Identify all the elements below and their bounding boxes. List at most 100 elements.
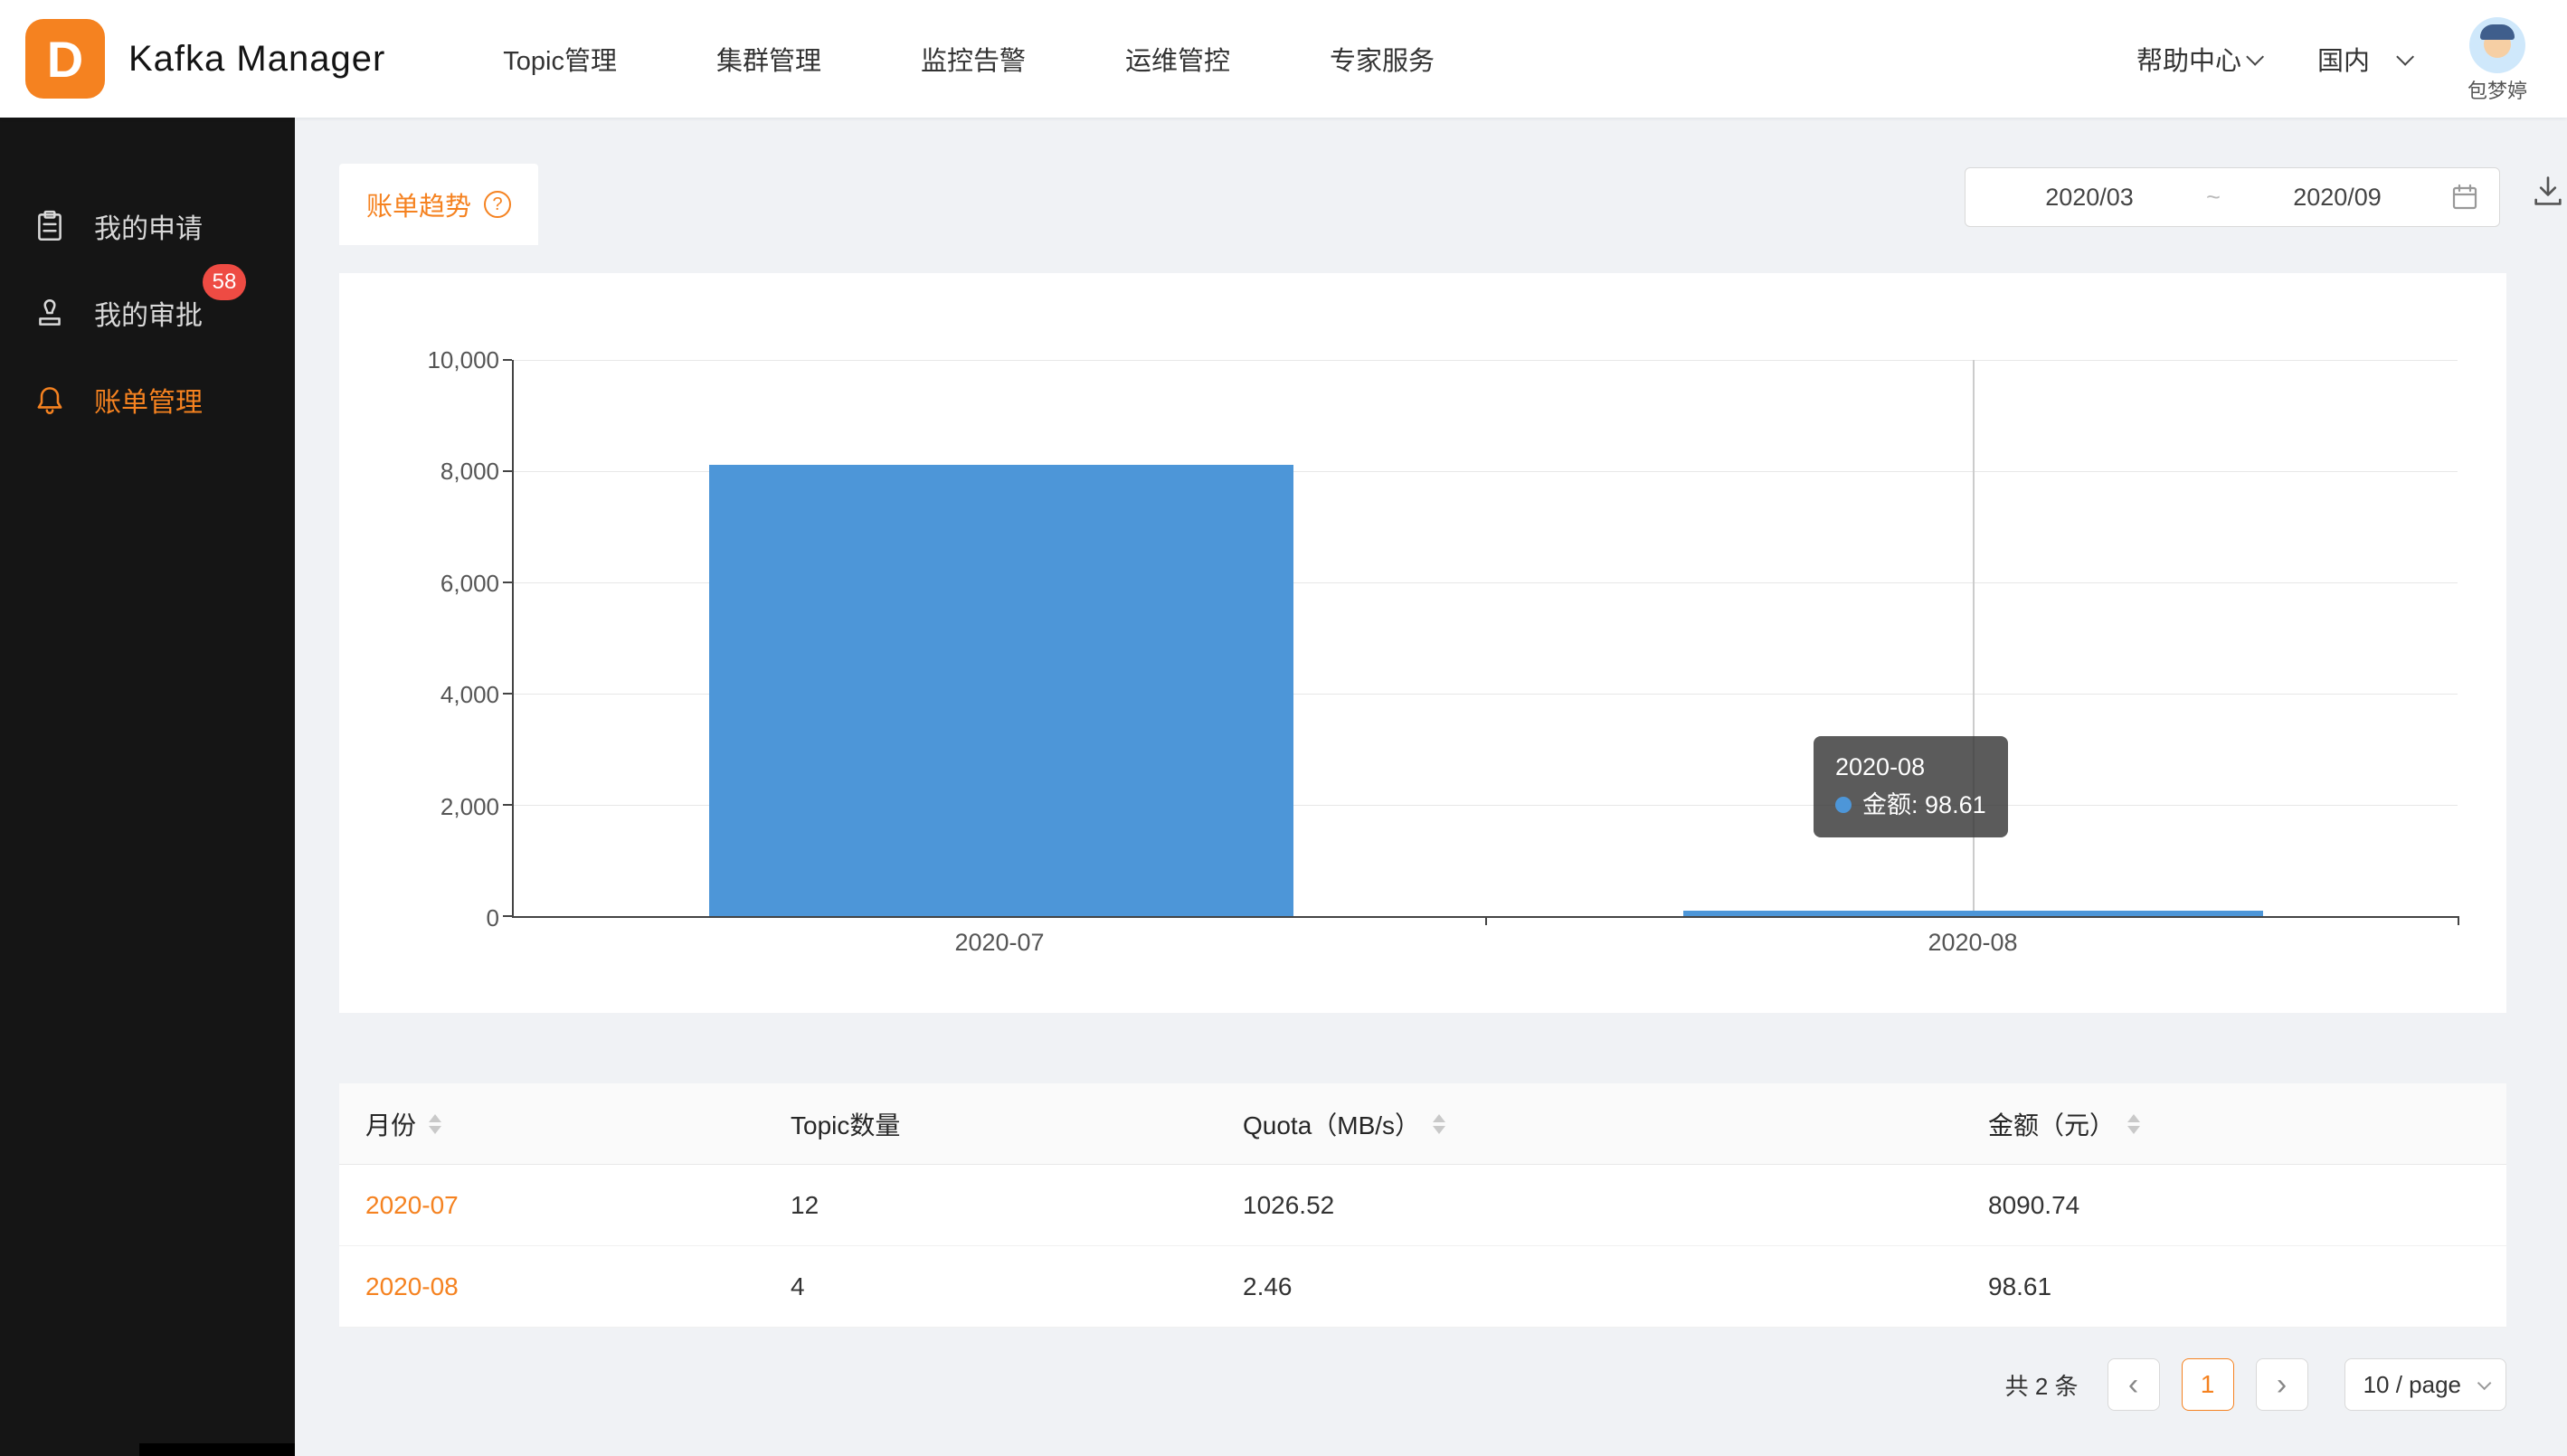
- y-axis-tick: [503, 470, 512, 472]
- sidebar-bottom-strip: [139, 1443, 295, 1456]
- series-dot-icon: [1835, 797, 1852, 813]
- total-count-label: 共 2 条: [2005, 1368, 2079, 1402]
- chevron-down-icon: [2477, 1376, 2492, 1390]
- approvals-count-badge: 58: [203, 264, 246, 300]
- table-row: 2020-08 4 2.46 98.61: [339, 1246, 2506, 1328]
- y-tick-label: 6,000: [339, 569, 499, 598]
- sidebar-item-label: 账单管理: [94, 380, 203, 420]
- region-select[interactable]: 国内: [2317, 40, 2410, 78]
- tooltip-series-line: 金额: 98.61: [1835, 787, 1986, 825]
- tab-bill-trend[interactable]: 账单趋势 ?: [339, 164, 538, 245]
- y-axis-tick: [503, 915, 512, 917]
- bar-2020-07[interactable]: [709, 465, 1293, 916]
- chart-tooltip: 2020-08 金额: 98.61: [1814, 736, 2008, 837]
- pagination: 共 2 条 ‹ 1 › 10 / page: [339, 1358, 2506, 1411]
- gridline: [514, 360, 2458, 361]
- chart-plot-area: 2020-07 2020-08: [512, 360, 2458, 918]
- sorter-icon[interactable]: [429, 1114, 441, 1134]
- x-axis-tick: [1485, 916, 1487, 925]
- sorter-icon[interactable]: [2127, 1114, 2140, 1134]
- app-title: Kafka Manager: [128, 39, 385, 80]
- sorter-icon[interactable]: [1433, 1114, 1445, 1134]
- topic-count-cell: 12: [764, 1191, 1217, 1220]
- main-nav: Topic管理 集群管理 监控告警 运维管控 专家服务: [503, 40, 1435, 78]
- tab-label: 账单趋势: [366, 185, 471, 223]
- main-content: 账单趋势 ? 2020/03 ~ 2020/09 10,000 8,000 6,…: [295, 118, 2567, 1456]
- user-menu[interactable]: 包梦婷: [2468, 17, 2527, 104]
- sidebar-menu: 我的申请 我的审批 58 账单管理: [0, 118, 295, 443]
- date-end-input[interactable]: 2020/09: [2233, 184, 2441, 212]
- y-axis-tick: [503, 804, 512, 806]
- page-size-value: 10 / page: [2363, 1371, 2461, 1399]
- bell-icon: [33, 383, 67, 417]
- x-axis-tick: [2458, 916, 2459, 925]
- bill-trend-chart: 10,000 8,000 6,000 4,000 2,000 0 2020-07…: [339, 273, 2506, 1013]
- quota-cell: 2.46: [1217, 1272, 1962, 1301]
- month-link[interactable]: 2020-07: [339, 1191, 764, 1220]
- top-navbar: D Kafka Manager Topic管理 集群管理 监控告警 运维管控 专…: [0, 0, 2567, 118]
- date-start-input[interactable]: 2020/03: [1985, 184, 2193, 212]
- clipboard-icon: [33, 209, 67, 243]
- x-tick-label: 2020-07: [954, 929, 1044, 957]
- nav-item-monitor[interactable]: 监控告警: [921, 40, 1026, 78]
- table-header-row: 月份 Topic数量 Quota（MB/s） 金额（元）: [339, 1083, 2506, 1165]
- column-header-amount[interactable]: 金额（元）: [1962, 1106, 2506, 1142]
- y-tick-label: 2,000: [339, 792, 499, 821]
- y-tick-label: 0: [339, 903, 499, 932]
- y-axis-tick: [503, 693, 512, 695]
- amount-cell: 8090.74: [1962, 1191, 2506, 1220]
- calendar-icon[interactable]: [2450, 183, 2479, 212]
- column-header-month[interactable]: 月份: [339, 1106, 764, 1142]
- page-1-button[interactable]: 1: [2182, 1358, 2234, 1411]
- tooltip-value: 98.61: [1925, 791, 1986, 818]
- y-axis-tick: [503, 581, 512, 583]
- header-right: 帮助中心 国内 包梦婷: [2136, 14, 2567, 104]
- column-label: 金额（元）: [1988, 1106, 2115, 1142]
- bill-table: 月份 Topic数量 Quota（MB/s） 金额（元） 2020-07 12 …: [339, 1083, 2506, 1328]
- region-label: 国内: [2317, 40, 2370, 78]
- question-circle-icon[interactable]: ?: [484, 191, 511, 218]
- column-header-topic-count: Topic数量: [764, 1106, 1217, 1142]
- app-logo: D: [25, 19, 105, 99]
- tooltip-title: 2020-08: [1835, 749, 1986, 787]
- username: 包梦婷: [2468, 75, 2527, 104]
- topic-count-cell: 4: [764, 1272, 1217, 1301]
- chevron-down-icon: [2246, 48, 2264, 66]
- help-center-menu[interactable]: 帮助中心: [2136, 40, 2259, 78]
- nav-item-cluster[interactable]: 集群管理: [716, 40, 821, 78]
- sidebar-item-my-applications[interactable]: 我的申请: [0, 183, 295, 269]
- column-label: 月份: [365, 1106, 416, 1142]
- y-axis-tick: [503, 359, 512, 361]
- month-link[interactable]: 2020-08: [339, 1272, 764, 1301]
- sidebar-item-my-approvals[interactable]: 我的审批 58: [0, 269, 295, 356]
- sidebar-item-bill-management[interactable]: 账单管理: [0, 356, 295, 443]
- page-size-select[interactable]: 10 / page: [2344, 1358, 2506, 1411]
- help-center-label: 帮助中心: [2136, 40, 2241, 78]
- sidebar-item-label: 我的申请: [94, 206, 203, 246]
- y-tick-label: 10,000: [339, 345, 499, 374]
- next-page-button[interactable]: ›: [2256, 1358, 2308, 1411]
- column-label: Quota（MB/s）: [1243, 1106, 1420, 1142]
- avatar: [2469, 17, 2525, 73]
- tooltip-series-label: 金额:: [1862, 791, 1918, 818]
- chevron-down-icon: [2396, 48, 2414, 66]
- date-separator: ~: [2193, 184, 2233, 212]
- table-row: 2020-07 12 1026.52 8090.74: [339, 1165, 2506, 1246]
- sidebar: 我的申请 我的审批 58 账单管理: [0, 118, 295, 1456]
- x-tick-label: 2020-08: [1928, 929, 2017, 957]
- bar-2020-08[interactable]: [1683, 911, 2263, 916]
- y-tick-label: 8,000: [339, 457, 499, 486]
- date-range-picker[interactable]: 2020/03 ~ 2020/09: [1965, 167, 2500, 227]
- nav-item-ops[interactable]: 运维管控: [1125, 40, 1230, 78]
- download-icon[interactable]: [2527, 170, 2567, 212]
- column-header-quota[interactable]: Quota（MB/s）: [1217, 1106, 1962, 1142]
- quota-cell: 1026.52: [1217, 1191, 1962, 1220]
- stamp-icon: [33, 296, 67, 330]
- column-label: Topic数量: [791, 1106, 900, 1142]
- nav-item-expert[interactable]: 专家服务: [1330, 40, 1435, 78]
- sidebar-item-label: 我的审批: [94, 293, 203, 333]
- amount-cell: 98.61: [1962, 1272, 2506, 1301]
- prev-page-button[interactable]: ‹: [2108, 1358, 2160, 1411]
- y-tick-label: 4,000: [339, 680, 499, 709]
- nav-item-topic[interactable]: Topic管理: [503, 40, 617, 78]
